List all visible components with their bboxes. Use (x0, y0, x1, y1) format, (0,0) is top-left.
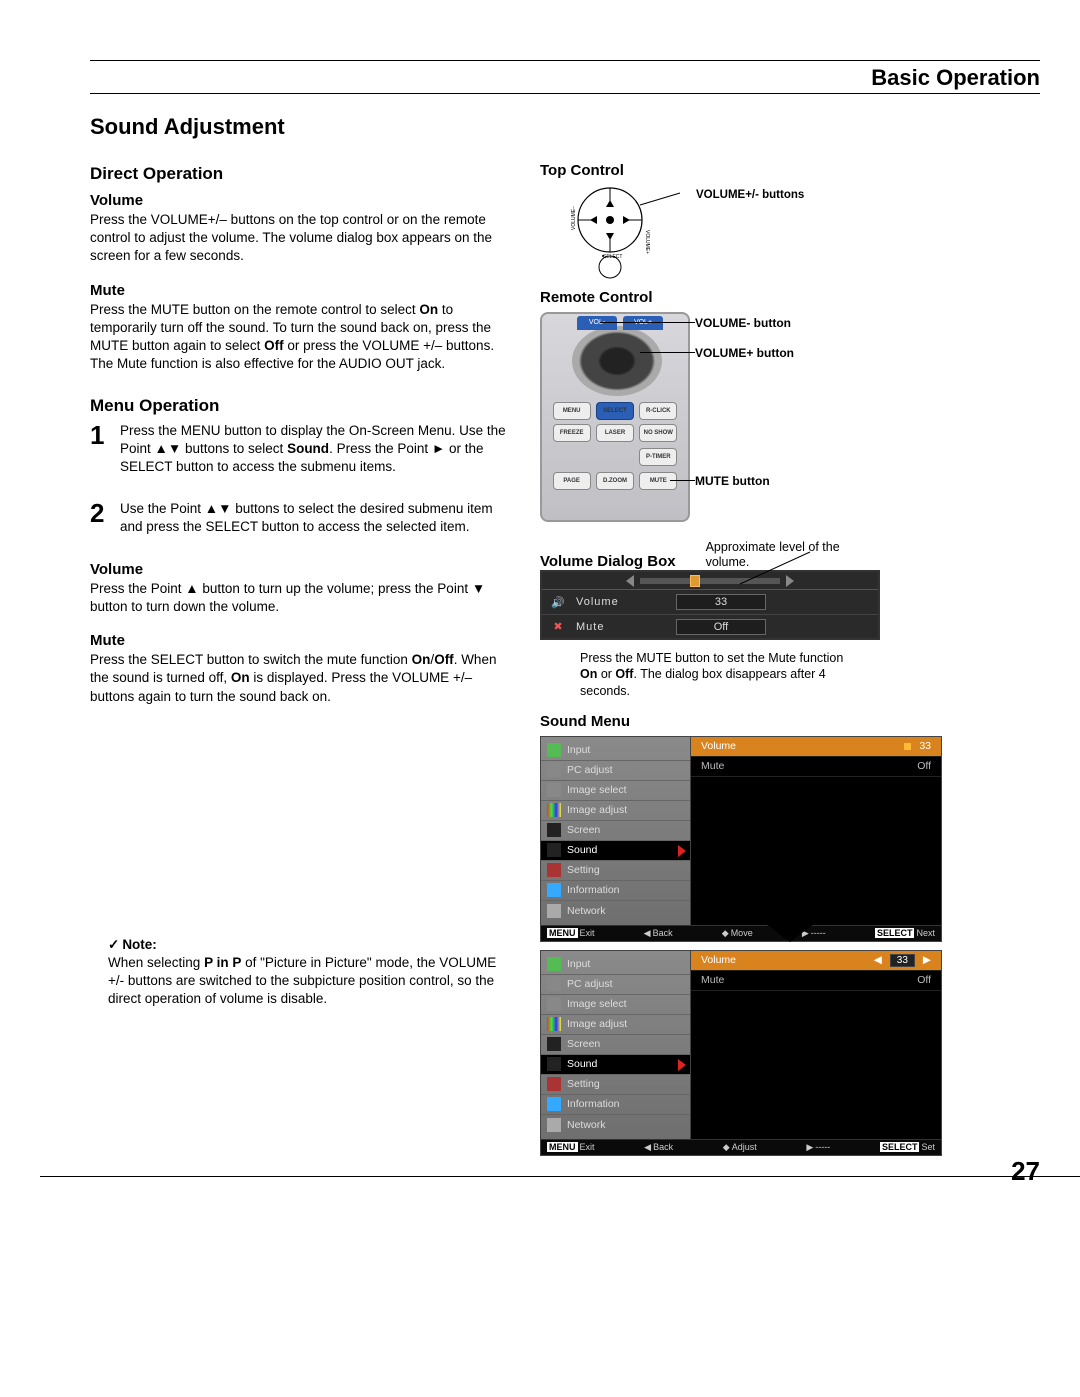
mute-text: Press the MUTE button on the remote cont… (90, 301, 510, 374)
page-header: Basic Operation (90, 65, 1040, 91)
top-control-caption: Top Control (540, 162, 1040, 179)
step-number: 2 (90, 500, 112, 536)
step-number: 1 (90, 422, 112, 477)
page-number: 27 (1011, 1156, 1040, 1187)
remote-control-figure: VOL- VOL+ MENU SELECT R-CLICK FREEZE LAS… (540, 312, 1040, 522)
step-body: Use the Point ▲▼ buttons to select the d… (120, 500, 510, 536)
menu-volume-label: Volume (90, 561, 510, 578)
menu-mute-label: Mute (90, 632, 510, 649)
mute-button-label: MUTE button (695, 474, 770, 488)
direct-operation-heading: Direct Operation (90, 164, 510, 184)
step-body: Press the MENU button to display the On-… (120, 422, 510, 477)
svg-text:VOLUME−: VOLUME− (571, 206, 577, 230)
sound-menu-osd-1: InputPC adjustImage selectImage adjustSc… (540, 736, 942, 942)
arrow-down-icon (750, 912, 830, 942)
note-text: When selecting P in P of "Picture in Pic… (108, 954, 510, 1009)
volume-text: Press the VOLUME+/– buttons on the top c… (90, 211, 510, 266)
menu-operation-heading: Menu Operation (90, 396, 510, 416)
dialog-note: Press the MUTE button to set the Mute fu… (580, 650, 860, 699)
volume-label: Volume (90, 192, 510, 209)
menu-mute-text: Press the SELECT button to switch the mu… (90, 651, 510, 706)
sound-menu-caption: Sound Menu (540, 713, 1040, 730)
vol-plus-button-label: VOLUME+ button (695, 346, 794, 360)
menu-volume-text: Press the Point ▲ button to turn up the … (90, 580, 510, 616)
volume-dialog-caption: Volume Dialog Box (540, 553, 676, 570)
sound-menu-osd-2: InputPC adjustImage selectImage adjustSc… (540, 950, 942, 1156)
mute-label: Mute (90, 282, 510, 299)
svg-text:SELECT: SELECT (603, 254, 622, 260)
remote-control-caption: Remote Control (540, 289, 1040, 306)
section-title: Sound Adjustment (90, 114, 1040, 140)
vol-minus-button-label: VOLUME- button (695, 316, 791, 330)
svg-text:VOLUME+: VOLUME+ (644, 230, 650, 254)
note-label: Note: (108, 936, 510, 954)
volume-buttons-label: VOLUME+/- buttons (696, 189, 804, 203)
top-control-figure: VOLUME− VOLUME+ SELECT VOLUME+/- buttons (540, 185, 1040, 285)
